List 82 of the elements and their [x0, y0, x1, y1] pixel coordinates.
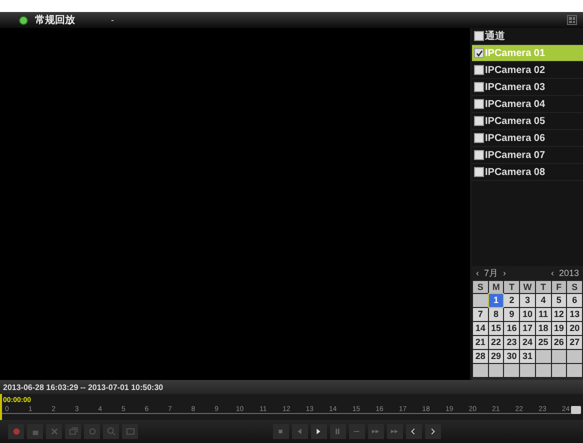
- clips-button[interactable]: [65, 424, 81, 439]
- weekday-label: W: [520, 281, 535, 293]
- calendar-day[interactable]: 17: [520, 322, 535, 335]
- play-button[interactable]: [310, 424, 326, 439]
- checkbox[interactable]: [474, 31, 484, 41]
- calendar-day[interactable]: 4: [536, 294, 551, 307]
- calendar-day[interactable]: 21: [473, 336, 488, 349]
- calendar-day[interactable]: 19: [552, 322, 566, 335]
- weekday-label: F: [552, 281, 566, 293]
- next-button[interactable]: [424, 424, 440, 439]
- calendar-day[interactable]: 27: [567, 336, 582, 349]
- checkbox[interactable]: [474, 48, 484, 58]
- record-icon: [12, 427, 20, 436]
- status-dot: [20, 16, 27, 24]
- weekday-label: T: [536, 281, 551, 293]
- time-range: 2013-06-28 16:03:29 -- 2013-07-01 10:50:30: [3, 382, 164, 392]
- channel-item[interactable]: IPCamera 06: [472, 130, 583, 147]
- checkbox[interactable]: [474, 133, 484, 143]
- reverse-icon: [295, 427, 304, 436]
- calendar-day[interactable]: 11: [536, 308, 551, 321]
- calendar-day[interactable]: 3: [520, 294, 535, 307]
- year-label: 2013: [558, 268, 579, 278]
- calendar-day[interactable]: 31: [520, 350, 535, 363]
- grid-icon[interactable]: [567, 15, 577, 25]
- calendar-day[interactable]: 18: [536, 322, 551, 335]
- prev-month-button[interactable]: ‹: [476, 268, 479, 278]
- calendar-day[interactable]: 20: [567, 322, 582, 335]
- channel-item[interactable]: IPCamera 07: [472, 147, 583, 164]
- channel-item[interactable]: IPCamera 08: [472, 164, 583, 181]
- weekday-label: S: [473, 281, 488, 293]
- zoom-button[interactable]: [103, 424, 119, 439]
- pause-icon: [333, 427, 342, 436]
- play-icon: [314, 427, 323, 436]
- calendar-day[interactable]: 5: [552, 294, 566, 307]
- checkbox[interactable]: [474, 82, 484, 92]
- calendar-day[interactable]: 30: [504, 350, 520, 363]
- calendar-day[interactable]: 7: [473, 308, 488, 321]
- zoom-button[interactable]: [571, 406, 581, 414]
- fast-forward-icon: [390, 427, 399, 436]
- calendar-day[interactable]: 13: [567, 308, 582, 321]
- dropdown-toggle[interactable]: -: [111, 15, 114, 25]
- calendar-day[interactable]: 24: [520, 336, 535, 349]
- calendar-day[interactable]: 29: [488, 350, 504, 363]
- calendar-day[interactable]: 1: [488, 294, 504, 307]
- screen-icon: [126, 427, 134, 436]
- channel-item[interactable]: IPCamera 03: [472, 79, 583, 96]
- calendar-day[interactable]: 28: [473, 350, 488, 363]
- checkbox[interactable]: [474, 167, 484, 177]
- prev-year-button[interactable]: ‹: [550, 268, 554, 278]
- calendar-day[interactable]: 22: [488, 336, 504, 349]
- stop-icon: [276, 427, 285, 436]
- channel-item[interactable]: IPCamera 04: [472, 96, 583, 113]
- clips-icon: [68, 427, 78, 436]
- calendar-day[interactable]: 9: [504, 308, 520, 321]
- calendar-day[interactable]: 10: [520, 308, 535, 321]
- calendar-day[interactable]: 15: [488, 322, 504, 335]
- checkbox[interactable]: [474, 99, 484, 109]
- calendar-day[interactable]: 23: [504, 336, 520, 349]
- calendar-day[interactable]: 25: [536, 336, 551, 349]
- stop-button[interactable]: [272, 424, 288, 439]
- checkbox[interactable]: [474, 150, 484, 160]
- window-title: 常规回放: [35, 14, 75, 27]
- channel-item[interactable]: IPCamera 02: [472, 62, 583, 79]
- weekday-label: M: [488, 281, 504, 293]
- checkbox[interactable]: [474, 65, 484, 75]
- record-button[interactable]: [8, 424, 24, 439]
- checkbox[interactable]: [474, 116, 484, 126]
- month-label: 7月: [484, 266, 498, 280]
- calendar-day[interactable]: 14: [473, 322, 488, 335]
- zoom-icon: [106, 427, 116, 436]
- calendar-day[interactable]: 26: [552, 336, 566, 349]
- calendar-day[interactable]: 12: [552, 308, 566, 321]
- channel-item[interactable]: IPCamera 05: [472, 113, 583, 130]
- calendar-day[interactable]: 8: [488, 308, 504, 321]
- screen-button[interactable]: [122, 424, 138, 439]
- calendar-day[interactable]: 6: [567, 294, 582, 307]
- next-month-button[interactable]: ›: [503, 268, 506, 278]
- weekday-label: S: [567, 281, 582, 293]
- weekday-label: T: [504, 281, 520, 293]
- calendar-day[interactable]: 16: [504, 322, 520, 335]
- calendar-day[interactable]: 2: [504, 294, 520, 307]
- previous-button[interactable]: [406, 424, 422, 439]
